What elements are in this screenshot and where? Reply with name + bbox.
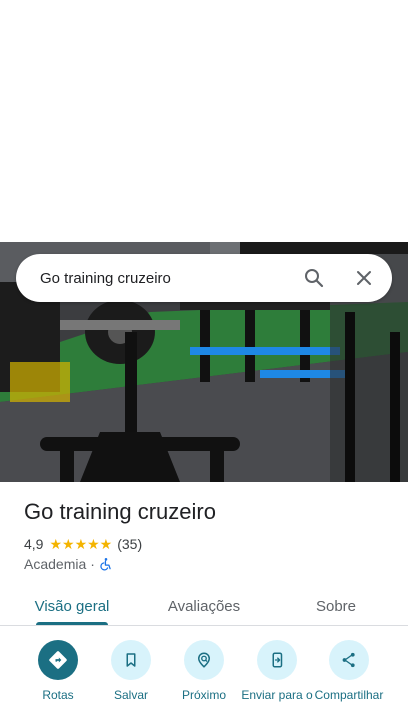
share-label: Compartilhar [314, 688, 384, 702]
category-row: Academia · [24, 555, 113, 573]
tab-reviews[interactable]: Avaliações [152, 586, 256, 626]
search-icon[interactable] [302, 266, 326, 290]
send-to-phone-icon[interactable] [257, 640, 297, 680]
action-bar: Rotas Salvar Próximo Enviar para o Compa… [0, 640, 408, 724]
review-count[interactable]: (35) [117, 536, 142, 552]
tab-overview[interactable]: Visão geral [20, 586, 124, 626]
active-tab-indicator [36, 622, 108, 625]
nearby-icon[interactable] [184, 640, 224, 680]
place-title: Go training cruzeiro [24, 499, 216, 524]
map-area[interactable] [0, 0, 408, 242]
send-to-phone-button[interactable]: Enviar para o [237, 640, 317, 703]
rating-row[interactable]: 4,9 ★★★★★ (35) [24, 535, 142, 553]
save-label: Salvar [113, 688, 148, 702]
search-bar[interactable]: Go training cruzeiro [16, 254, 392, 302]
nearby-label: Próximo [181, 688, 226, 702]
close-icon[interactable] [352, 266, 376, 290]
tab-bar: Visão geral Avaliações Sobre [0, 586, 408, 626]
separator-dot: · [90, 556, 95, 572]
directions-button[interactable]: Rotas [18, 640, 98, 703]
search-query-text[interactable]: Go training cruzeiro [40, 270, 392, 287]
directions-label: Rotas [42, 688, 74, 702]
wheelchair-accessible-icon[interactable] [99, 557, 113, 571]
star-rating-icon: ★★★★★ [49, 536, 113, 552]
directions-icon[interactable] [38, 640, 78, 680]
nearby-button[interactable]: Próximo [164, 640, 244, 703]
rating-value: 4,9 [24, 536, 44, 552]
save-button[interactable]: Salvar [91, 640, 171, 703]
place-category: Academia [24, 556, 87, 572]
bookmark-icon[interactable] [111, 640, 151, 680]
share-icon[interactable] [329, 640, 369, 680]
tab-about[interactable]: Sobre [290, 586, 382, 626]
send-to-phone-label: Enviar para o [241, 688, 313, 702]
share-button[interactable]: Compartilhar [309, 640, 389, 703]
